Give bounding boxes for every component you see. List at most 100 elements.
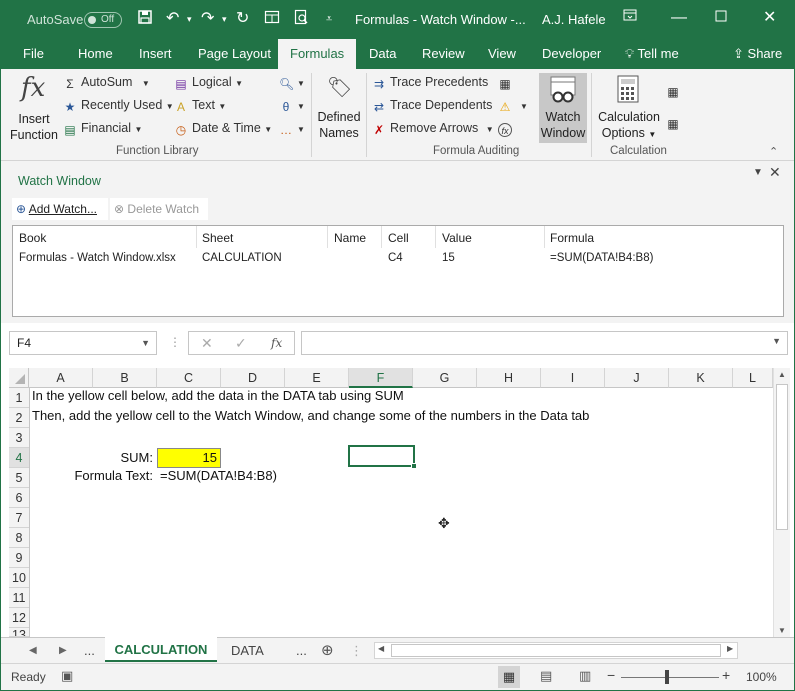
recently-used-button[interactable]: ★ Recently Used ▼ [63, 98, 174, 114]
zoom-in-icon[interactable]: + [722, 667, 730, 683]
row-header-8[interactable]: 8 [9, 528, 29, 548]
column-header-i[interactable]: I [541, 368, 605, 388]
evaluate-formula-button[interactable]: fx [498, 121, 516, 137]
cell-c4-highlighted[interactable]: 15 [157, 448, 221, 468]
tab-home[interactable]: Home [66, 39, 125, 69]
redo-icon[interactable]: ↷ [201, 9, 214, 29]
insert-function-icon[interactable]: fx [271, 336, 282, 350]
row-header-2[interactable]: 2 [9, 408, 29, 428]
row-header-6[interactable]: 6 [9, 488, 29, 508]
column-header-g[interactable]: G [413, 368, 477, 388]
row-header-12[interactable]: 12 [9, 608, 29, 628]
ribbon-display-icon[interactable] [623, 7, 637, 29]
financial-button[interactable]: ▤ Financial ▼ [63, 121, 142, 137]
print-preview-icon[interactable] [293, 9, 309, 31]
more-tabs-right[interactable]: ... [296, 638, 307, 664]
tab-view[interactable]: View [476, 39, 528, 69]
column-header-book[interactable]: Book [19, 231, 46, 245]
customize-qat-icon[interactable]: ⩡ [326, 9, 332, 29]
close-icon[interactable]: ✕ [763, 7, 776, 29]
insert-function-button[interactable]: fx Insert Function [7, 71, 61, 143]
tell-me-button[interactable]: 💡︎ Tell me [613, 39, 691, 69]
column-header-j[interactable]: J [605, 368, 669, 388]
formula-bar-grip-icon[interactable]: ⋮ [169, 335, 181, 349]
scroll-down-icon[interactable]: ▼ [778, 626, 786, 635]
undo-icon[interactable]: ↶ [166, 9, 179, 29]
column-header-a[interactable]: A [29, 368, 93, 388]
tab-splitter-icon[interactable]: ⋮ [350, 638, 363, 664]
more-tabs-left[interactable]: ... [84, 638, 95, 664]
column-header-formula[interactable]: Formula [550, 231, 594, 245]
tab-formulas[interactable]: Formulas [278, 39, 357, 69]
share-button[interactable]: ⇪ Share [721, 39, 794, 69]
watch-list[interactable]: Book Sheet Name Cell Value Formula Formu… [12, 225, 784, 317]
lookup-reference-button[interactable]: 🔍︎ ▼ [279, 75, 305, 91]
text-button[interactable]: A Text ▼ [174, 98, 226, 114]
trace-precedents-button[interactable]: ⇉ Trace Precedents [372, 75, 488, 91]
row-header-5[interactable]: 5 [9, 468, 29, 488]
defined-names-button[interactable]: 🏷︎ Defined Names [315, 71, 363, 143]
show-formulas-button[interactable]: ▦ [498, 75, 516, 91]
calculate-now-button[interactable]: ▦ [666, 83, 684, 99]
new-sheet-icon[interactable]: ⊕ [321, 638, 334, 664]
row-header-11[interactable]: 11 [9, 588, 29, 608]
accessibility-icon[interactable]: ▣ [61, 668, 73, 684]
error-checking-button[interactable]: ⚠ ▼ [498, 98, 528, 114]
zoom-slider-thumb[interactable] [665, 670, 669, 684]
add-watch-button[interactable]: ⊕ Add Watch... [12, 198, 108, 220]
chevron-down-icon[interactable]: ▼ [141, 332, 150, 354]
scroll-tabs-left-icon[interactable]: ◀ [29, 638, 37, 664]
column-header-name[interactable]: Name [334, 231, 366, 245]
pane-options-icon[interactable]: ▼ [753, 167, 763, 178]
autosum-button[interactable]: Σ AutoSum ▼ [63, 75, 150, 91]
repeat-icon[interactable]: ↻ [236, 9, 249, 29]
cell-b5[interactable]: Formula Text: [32, 466, 153, 486]
column-header-f[interactable]: F [349, 368, 413, 388]
maximize-icon[interactable] [715, 7, 727, 29]
tab-review[interactable]: Review [410, 39, 477, 69]
column-header-h[interactable]: H [477, 368, 541, 388]
column-header-sheet[interactable]: Sheet [202, 231, 233, 245]
cell-a1[interactable]: In the yellow cell below, add the data i… [32, 386, 404, 406]
worksheet-grid[interactable]: A B C D E F G H I J K L 1 2 3 4 5 6 7 8 … [1, 365, 794, 637]
logical-button[interactable]: ▤ Logical ▼ [174, 75, 243, 91]
cell-a2[interactable]: Then, add the yellow cell to the Watch W… [32, 406, 589, 426]
sheet-tab-data[interactable]: DATA [231, 638, 264, 664]
undo-dropdown-icon[interactable]: ▾ [187, 9, 192, 29]
column-header-d[interactable]: D [221, 368, 285, 388]
active-cell-f4[interactable] [348, 445, 417, 469]
page-break-view-icon[interactable]: ▥ [579, 668, 591, 684]
zoom-level[interactable]: 100% [746, 670, 777, 684]
tab-developer[interactable]: Developer [530, 39, 613, 69]
cell-b4[interactable]: SUM: [93, 448, 154, 468]
normal-view-icon[interactable]: ▦ [498, 666, 520, 688]
column-header-value[interactable]: Value [442, 231, 472, 245]
fill-handle[interactable] [411, 463, 417, 469]
select-all-corner[interactable] [9, 368, 29, 388]
column-header-cell[interactable]: Cell [388, 231, 409, 245]
scroll-up-icon[interactable]: ▲ [778, 370, 786, 379]
column-header-k[interactable]: K [669, 368, 733, 388]
row-header-9[interactable]: 9 [9, 548, 29, 568]
expand-formula-bar-icon[interactable]: ▼ [772, 336, 781, 346]
row-header-3[interactable]: 3 [9, 428, 29, 448]
scroll-right-icon[interactable]: ▶ [727, 644, 733, 653]
more-functions-button[interactable]: … ▼ [279, 121, 305, 137]
page-layout-view-icon[interactable]: ▤ [540, 668, 552, 684]
scroll-tabs-right-icon[interactable]: ▶ [59, 638, 67, 664]
sheet-tab-calculation[interactable]: CALCULATION [105, 637, 217, 662]
tab-file[interactable]: File [11, 39, 56, 69]
trace-dependents-button[interactable]: ⇄ Trace Dependents [372, 98, 492, 114]
cancel-icon[interactable]: ✕ [201, 335, 213, 352]
redo-dropdown-icon[interactable]: ▾ [222, 9, 227, 29]
row-header-4[interactable]: 4 [9, 448, 29, 468]
watch-window-button[interactable]: Watch Window [539, 73, 587, 143]
scrollbar-thumb[interactable] [776, 384, 788, 530]
date-time-button[interactable]: ◷ Date & Time ▼ [174, 121, 272, 137]
column-header-l[interactable]: L [733, 368, 773, 388]
row-header-13[interactable]: 13 [9, 628, 29, 637]
calculate-sheet-button[interactable]: ▦ [666, 115, 684, 131]
column-header-b[interactable]: B [93, 368, 157, 388]
remove-arrows-button[interactable]: ✗ Remove Arrows ▼ [372, 121, 494, 137]
enter-icon[interactable]: ✓ [235, 335, 247, 352]
